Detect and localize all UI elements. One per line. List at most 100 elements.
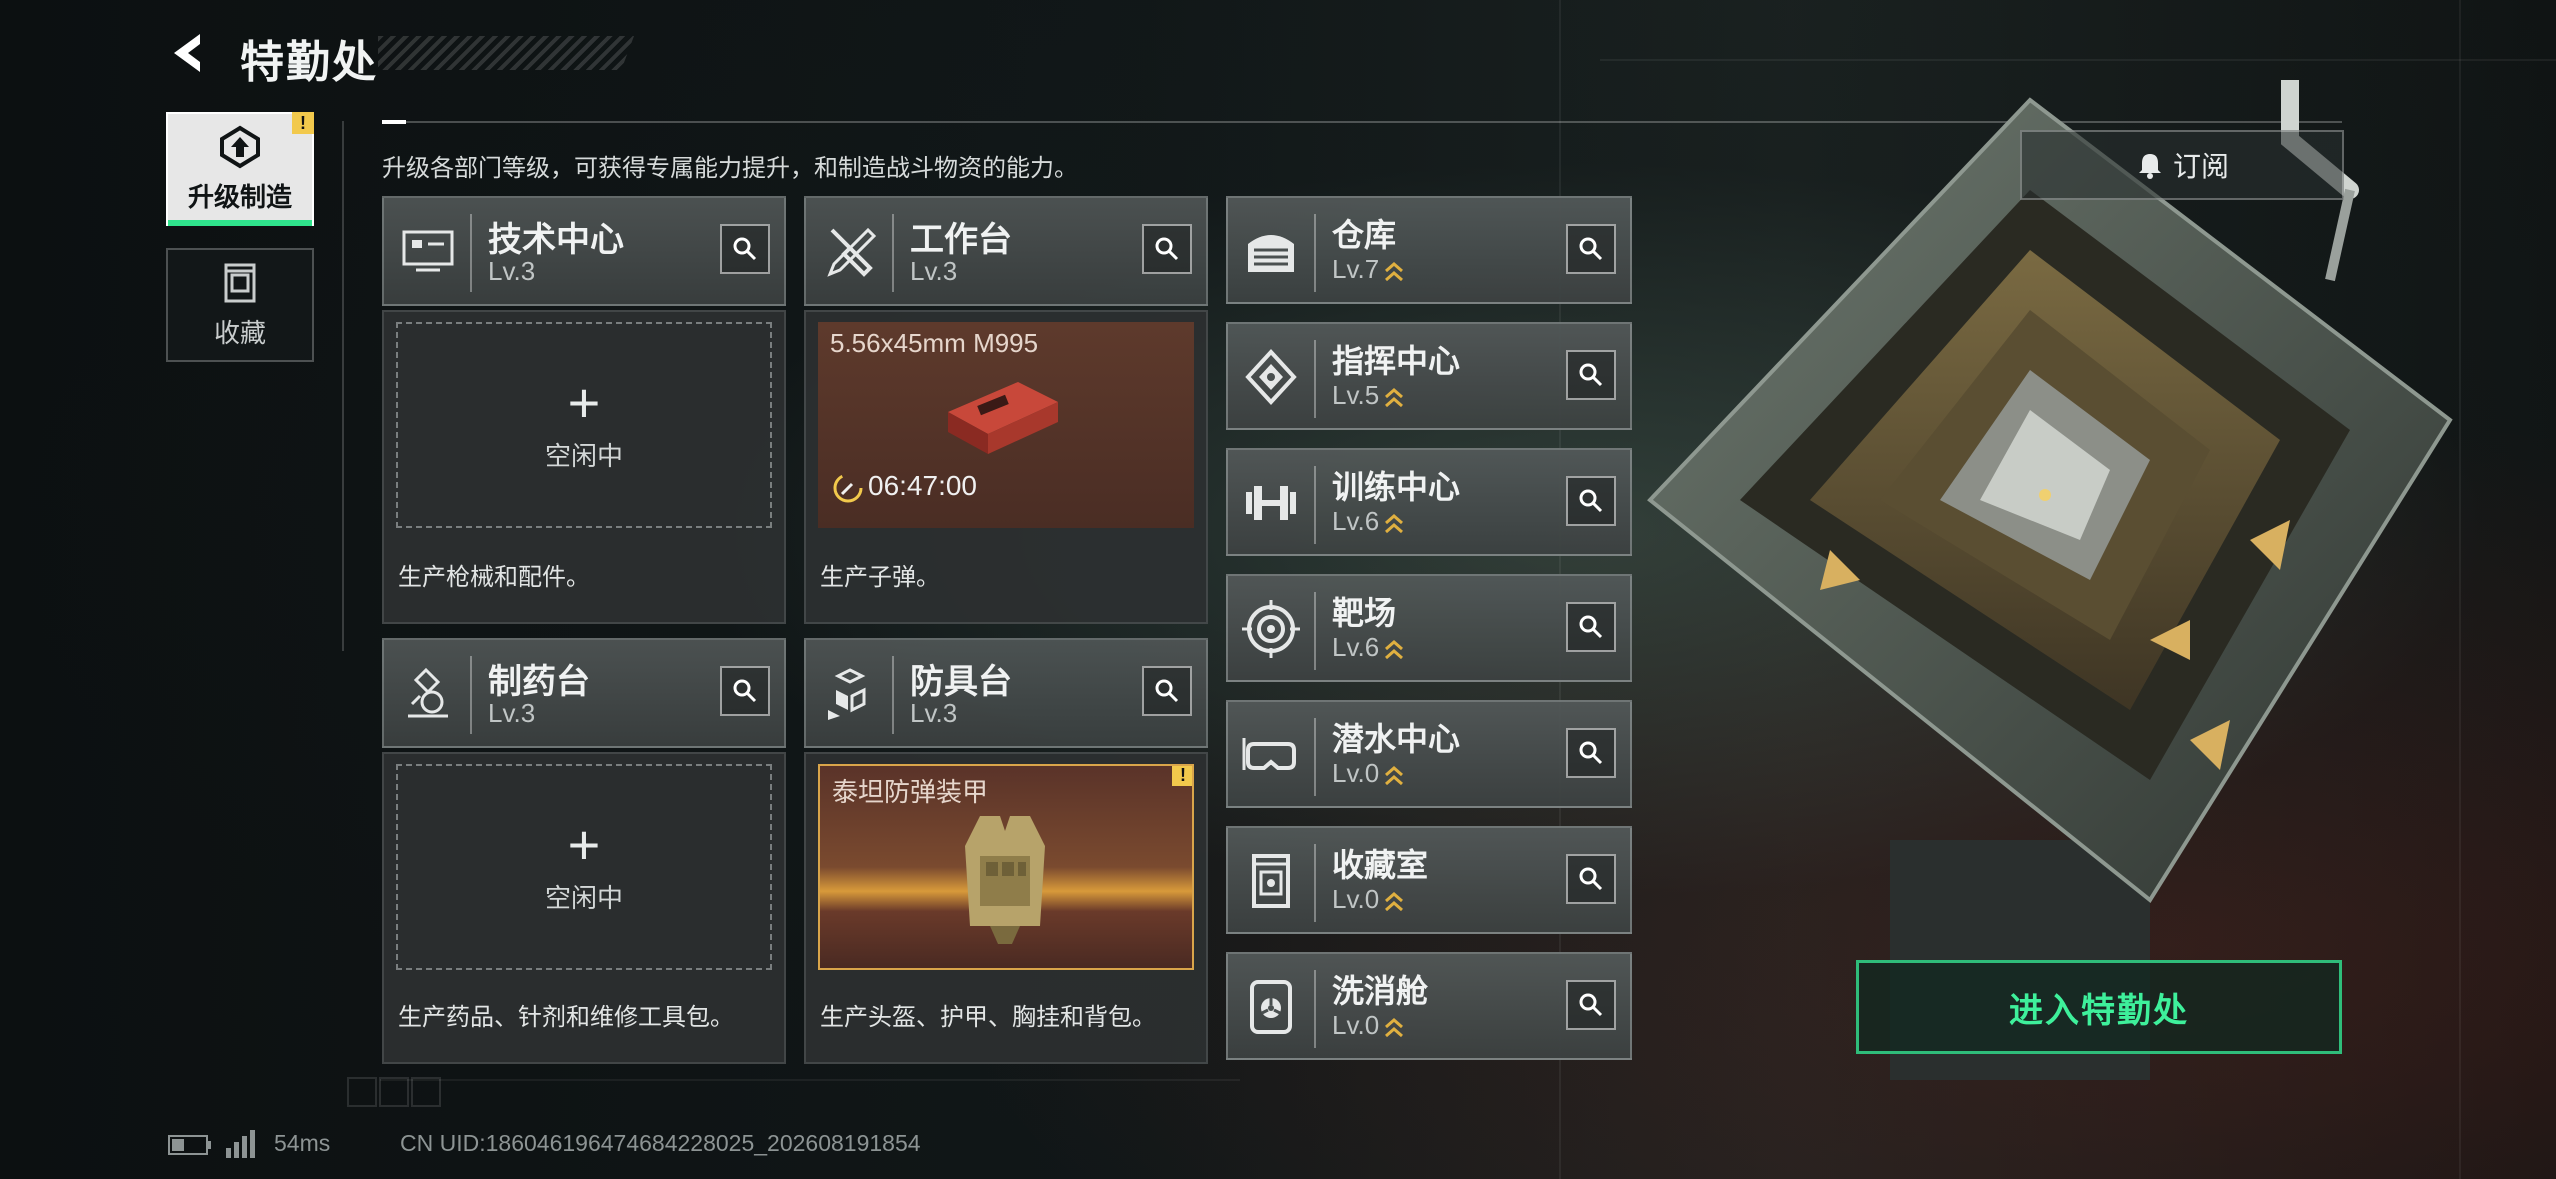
facility-collection-room[interactable]: 收藏室 Lv.0 — [1226, 826, 1632, 934]
facility-name: 指挥中心 — [1332, 343, 1461, 379]
inspect-button[interactable] — [1142, 666, 1192, 716]
tab-label: 升级制造 — [187, 181, 292, 212]
station-body-armor-bench[interactable]: 泰坦防弹装甲 ! 生产头盔、护甲、胸挂和背包。 — [804, 752, 1208, 1064]
production-timer: 06:47:00 — [868, 470, 977, 501]
pharmacy-icon — [408, 667, 448, 718]
warehouse-icon — [1248, 235, 1294, 272]
production-slot[interactable]: 泰坦防弹装甲 ! — [818, 764, 1194, 970]
upgrade-chevron-icon — [1385, 766, 1404, 786]
search-icon — [1155, 237, 1179, 261]
upgrade-chevron-icon — [1385, 514, 1404, 534]
subscribe-button[interactable]: 订阅 — [2020, 130, 2344, 200]
dumbbell-icon — [1246, 486, 1296, 520]
idle-slot[interactable]: + 空闲中 — [396, 764, 772, 970]
collection-icon — [224, 263, 256, 302]
station-name: 工作台 — [910, 221, 1012, 259]
armor-vest-image — [965, 816, 1045, 944]
facility-name: 洗消舱 — [1332, 973, 1429, 1009]
workbench-icon — [827, 227, 877, 277]
station-description: 生产头盔、护甲、胸挂和背包。 — [820, 1004, 1156, 1031]
idle-status: 空闲中 — [544, 882, 623, 913]
subscribe-label: 订阅 — [2172, 151, 2229, 182]
tech-center-icon — [402, 230, 454, 272]
station-body-pharmacy[interactable]: + 空闲中 生产药品、针剂和维修工具包。 — [382, 752, 786, 1064]
diving-mask-icon — [1242, 738, 1296, 770]
inspect-button[interactable] — [720, 666, 770, 716]
station-header-armor-bench[interactable]: 防具台 Lv.3 — [804, 638, 1208, 748]
station-header-workbench[interactable]: 工作台 Lv.3 — [804, 196, 1208, 306]
station-description: 生产药品、针剂和维修工具包。 — [398, 1004, 734, 1031]
back-arrow-icon[interactable] — [166, 30, 212, 76]
target-icon — [1242, 600, 1300, 658]
timer-icon — [833, 473, 863, 503]
product-name: 泰坦防弹装甲 — [832, 777, 989, 807]
upgrade-chevron-icon — [1385, 1018, 1404, 1038]
facility-level: Lv.6 — [1332, 506, 1405, 537]
station-description: 生产枪械和配件。 — [398, 564, 590, 591]
facility-level: Lv.5 — [1332, 380, 1405, 411]
active-indicator — [168, 220, 312, 226]
warning-badge: ! — [292, 112, 314, 134]
warning-badge: ! — [1172, 766, 1192, 786]
enter-special-ops-button[interactable]: 进入特勤处 — [1856, 960, 2342, 1054]
search-icon — [1155, 679, 1179, 703]
station-header-pharmacy[interactable]: 制药台 Lv.3 — [382, 638, 786, 748]
station-body-workbench[interactable]: 5.56x45mm M995 06:47:00 生产子弹。 — [804, 310, 1208, 624]
upgrade-chevron-icon — [1385, 262, 1404, 282]
facility-training-center[interactable]: 训练中心 Lv.6 — [1226, 448, 1632, 556]
station-level: Lv.3 — [488, 698, 536, 728]
upgrade-chevron-icon — [1385, 640, 1404, 660]
page-subtitle: 升级各部门等级，可获得专属能力提升，和制造战斗物资的能力。 — [382, 155, 1078, 182]
station-name: 防具台 — [910, 663, 1012, 701]
facility-command-center[interactable]: 指挥中心 Lv.5 — [1226, 322, 1632, 430]
facility-name: 训练中心 — [1332, 469, 1461, 505]
ammo-box-image — [948, 382, 1058, 454]
facility-level: Lv.6 — [1332, 632, 1405, 663]
product-name: 5.56x45mm M995 — [830, 328, 1039, 358]
facility-level: Lv.7 — [1332, 254, 1405, 285]
command-center-icon — [1245, 349, 1297, 405]
tab-upgrade-manufacture[interactable]: 升级制造 ! — [166, 112, 314, 226]
base-cube-illustration — [1647, 80, 2453, 1080]
facility-warehouse[interactable]: 仓库 Lv.7 — [1226, 196, 1632, 304]
user-id: CN UID:186046196474684228025_20260819185… — [400, 1130, 921, 1156]
facility-level: Lv.0 — [1332, 1010, 1405, 1041]
station-name: 制药台 — [488, 663, 590, 701]
collection-room-icon — [1252, 854, 1290, 908]
page-title: 特勤处 — [240, 38, 378, 87]
armor-bench-icon — [828, 668, 866, 720]
search-icon — [733, 679, 757, 703]
latency-readout: 54ms — [274, 1130, 331, 1156]
station-level: Lv.3 — [488, 256, 536, 286]
station-level: Lv.3 — [910, 698, 958, 728]
upgrade-chevron-icon — [1385, 892, 1404, 912]
station-body-tech-center[interactable]: + 空闲中 生产枪械和配件。 — [382, 310, 786, 624]
search-icon — [733, 237, 757, 261]
facility-level: Lv.0 — [1332, 758, 1405, 789]
facility-name: 收藏室 — [1332, 847, 1429, 883]
facility-shooting-range[interactable]: 靶场 Lv.6 — [1226, 574, 1632, 682]
facility-diving-center[interactable]: 潜水中心 Lv.0 — [1226, 700, 1632, 808]
plus-icon: + — [567, 812, 601, 876]
facility-decontamination[interactable]: 洗消舱 Lv.0 — [1226, 952, 1632, 1060]
upgrade-chevron-icon — [1385, 388, 1404, 408]
idle-slot[interactable]: + 空闲中 — [396, 322, 772, 528]
inspect-button[interactable] — [720, 224, 770, 274]
station-header-tech-center[interactable]: 技术中心 Lv.3 — [382, 196, 786, 306]
facility-name: 潜水中心 — [1332, 721, 1461, 757]
battery-icon — [168, 1135, 211, 1155]
idle-status: 空闲中 — [544, 440, 623, 471]
tab-collection[interactable]: 收藏 — [166, 248, 314, 362]
divider-vertical — [342, 121, 344, 651]
title-decoration — [378, 36, 634, 70]
facility-name: 靶场 — [1332, 595, 1397, 631]
production-slot[interactable]: 5.56x45mm M995 06:47:00 — [818, 322, 1194, 528]
inspect-button[interactable] — [1142, 224, 1192, 274]
facility-level: Lv.0 — [1332, 884, 1405, 915]
upgrade-icon — [220, 125, 260, 168]
decontamination-icon — [1250, 980, 1292, 1034]
divider-accent — [382, 120, 406, 124]
bell-icon — [2138, 154, 2161, 179]
signal-icon — [226, 1130, 255, 1158]
facility-name: 仓库 — [1332, 217, 1397, 253]
